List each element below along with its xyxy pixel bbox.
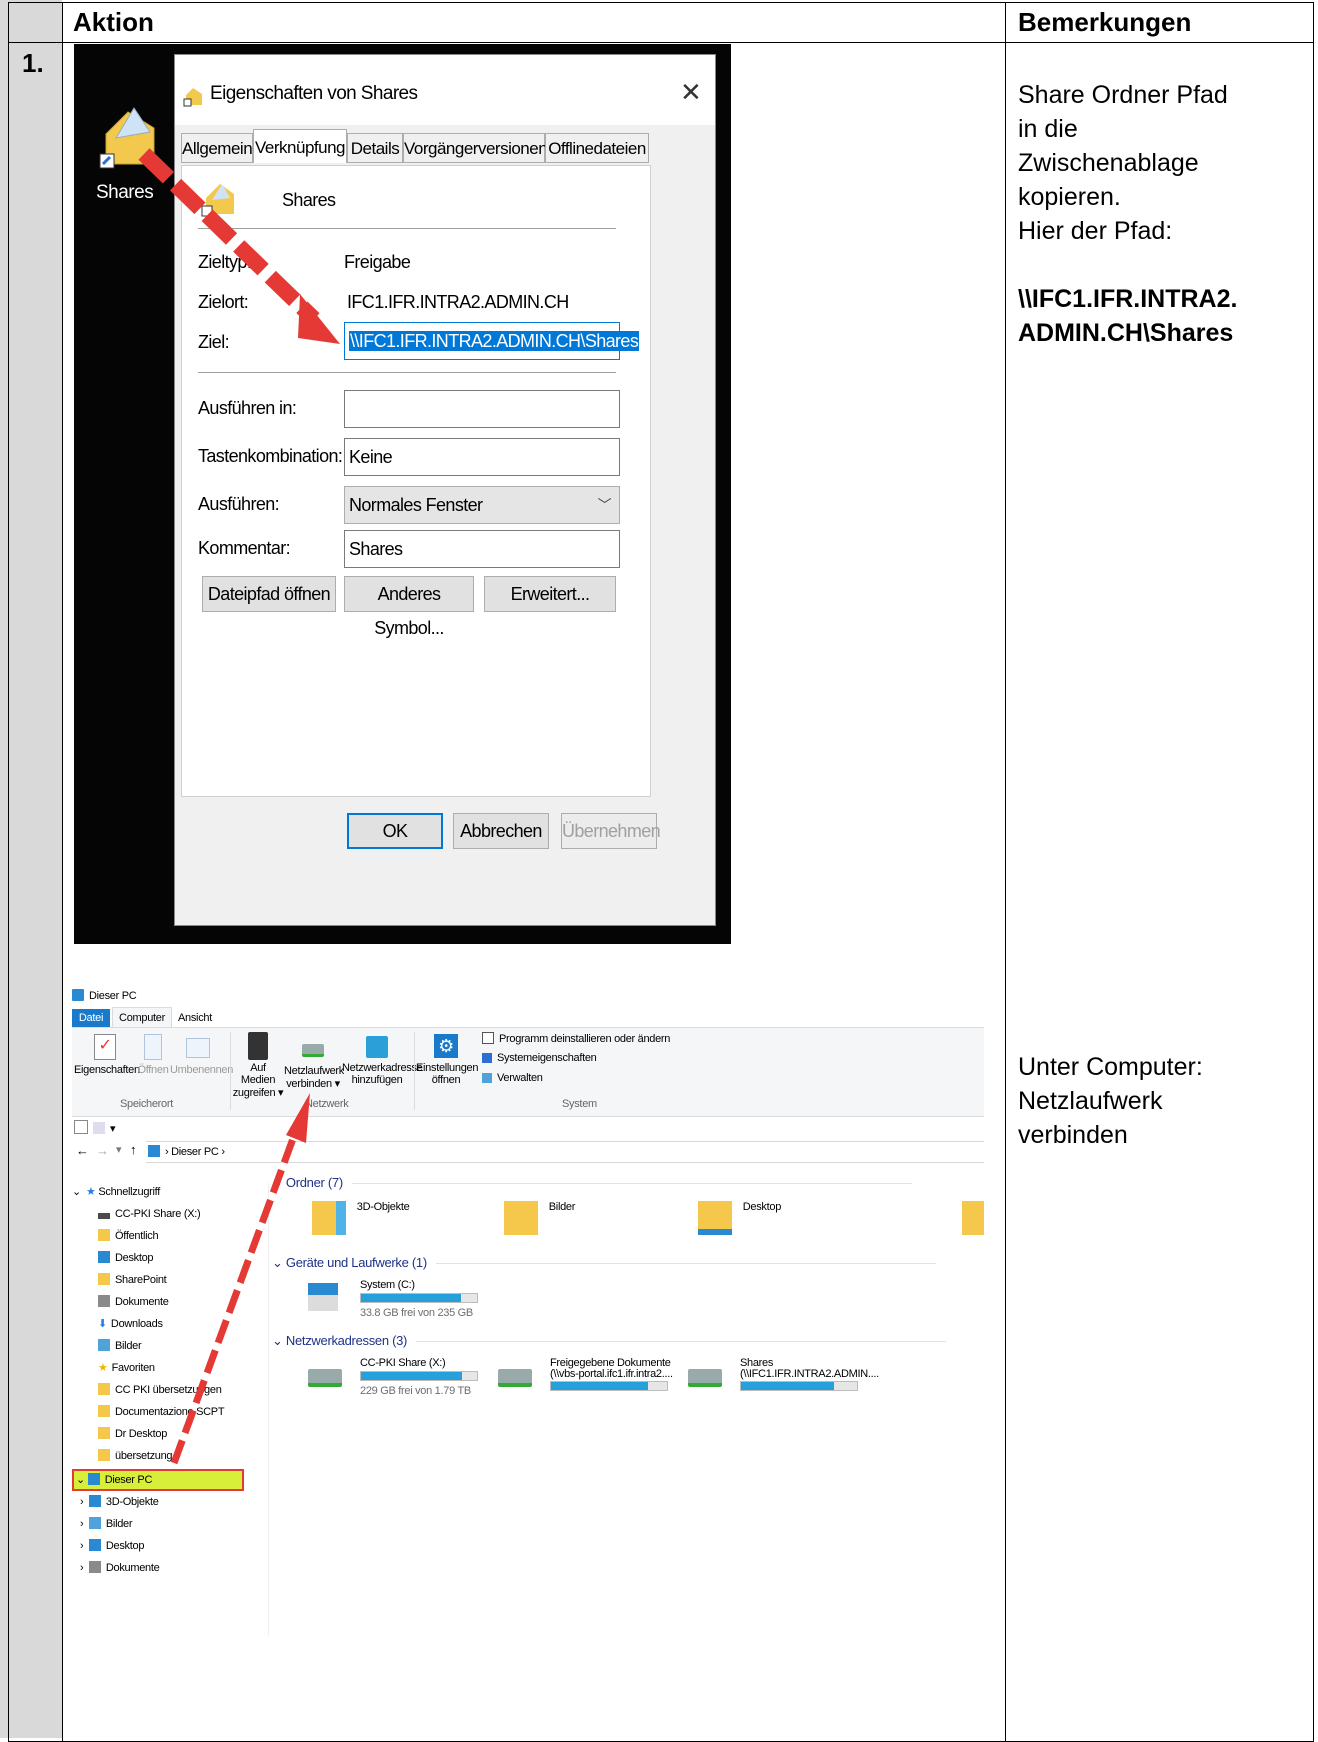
header-action: Aktion xyxy=(73,7,154,37)
remark-line: Zwischenablage xyxy=(1018,149,1199,177)
remarks-step2: Unter Computer: Netzlaufwerk verbinden xyxy=(1018,1050,1308,1152)
remark-line: Unter Computer: xyxy=(1018,1053,1203,1081)
remark-line: Share Ordner Pfad xyxy=(1018,81,1228,109)
remarks-column-border xyxy=(1005,2,1006,1742)
remark-line: verbinden xyxy=(1018,1121,1128,1149)
remark-path-line: \\IFC1.IFR.INTRA2. xyxy=(1018,285,1238,313)
red-arrow-annotation xyxy=(138,148,340,344)
red-arrow-annotation xyxy=(170,1093,310,1465)
header-bottom-border xyxy=(8,42,1314,43)
remarks-step1: Share Ordner Pfad in die Zwischenablage … xyxy=(1018,78,1308,350)
remark-path-line: ADMIN.CH\Shares xyxy=(1018,319,1234,347)
step-number: 1. xyxy=(22,48,44,78)
desktop-screenshot: Shares Eigenschaften von Shares ✕ Allgem… xyxy=(74,44,731,944)
remark-line: kopieren. xyxy=(1018,183,1121,211)
remark-line: in die xyxy=(1018,115,1078,143)
number-column-border xyxy=(62,2,63,1742)
remark-line: Netzlaufwerk xyxy=(1018,1087,1163,1115)
remark-line: Hier der Pfad: xyxy=(1018,217,1173,245)
explorer-screenshot: Dieser PC Datei Computer Ansicht ✓ Eigen… xyxy=(72,985,984,1635)
header-remarks: Bemerkungen xyxy=(1018,7,1192,37)
